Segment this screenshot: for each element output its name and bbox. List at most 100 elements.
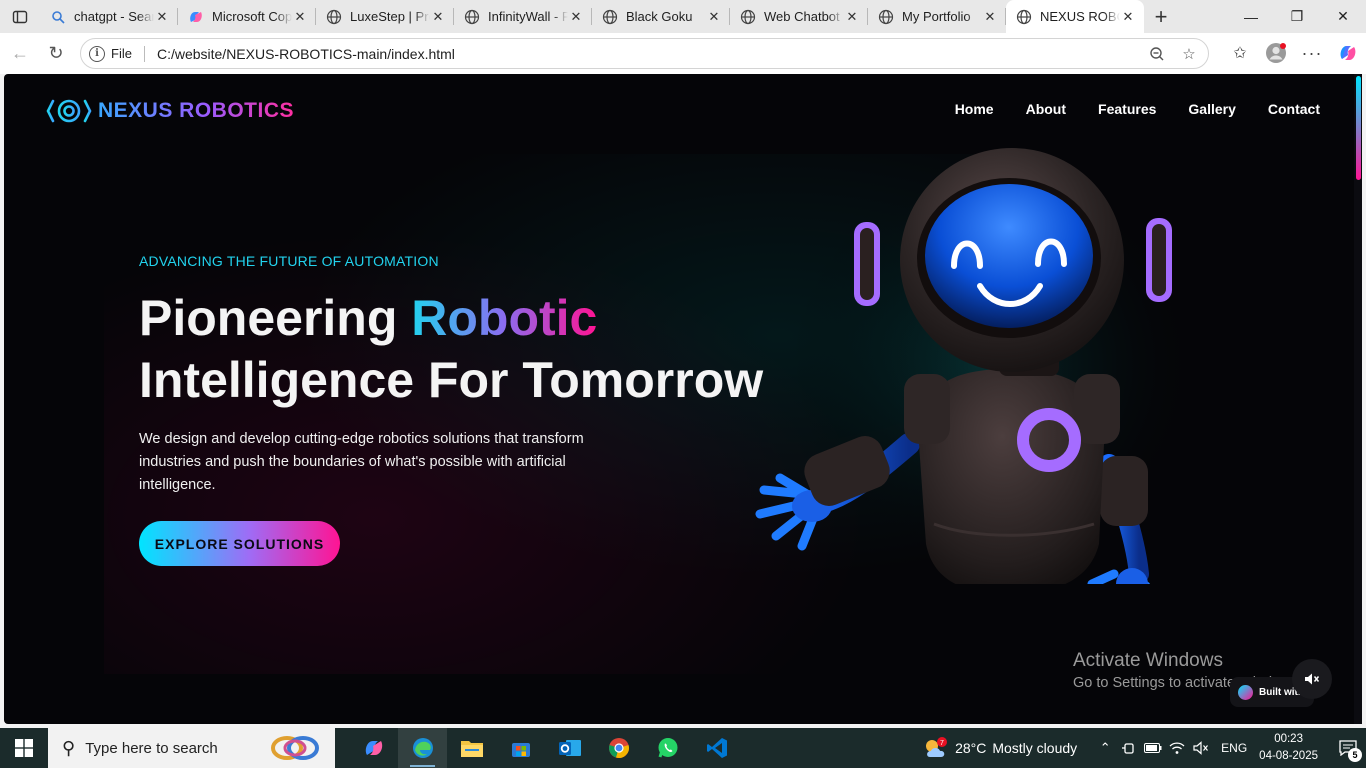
tab[interactable]: LuxeStep | Premium✕	[316, 0, 454, 33]
main-navigation: Home About Features Gallery Contact	[955, 101, 1320, 117]
globe-favicon-icon	[1016, 9, 1032, 25]
outlook-app-icon	[558, 740, 581, 756]
search-placeholder: Type here to search	[85, 739, 218, 757]
tab[interactable]: InfinityWall - Premium✕	[454, 0, 592, 33]
restore-button[interactable]: ❐	[1274, 0, 1320, 33]
svg-text:7: 7	[940, 740, 944, 747]
tab-title: NEXUS ROBOTICS	[1040, 9, 1120, 24]
tab-title: Web Chatbot	[764, 9, 840, 24]
url-text[interactable]: C:/website/NEXUS-ROBOTICS-main/index.htm…	[157, 46, 455, 62]
notification-count-badge: 5	[1348, 748, 1362, 762]
weather-temp: 28°C	[955, 740, 987, 756]
tab-close-icon[interactable]: ✕	[154, 9, 170, 25]
scrollbar-thumb[interactable]	[1356, 76, 1361, 180]
taskbar-copilot[interactable]	[349, 728, 398, 768]
show-hidden-icons-chevron-up-icon[interactable]: ⌃	[1093, 740, 1117, 756]
brand-logo[interactable]: NEXUS ROBOTICS	[46, 98, 294, 124]
explore-solutions-button[interactable]: EXPLORE SOLUTIONS	[139, 521, 340, 566]
close-window-button[interactable]: ✕	[1320, 0, 1366, 33]
tab-actions-icon	[12, 10, 28, 23]
taskbar-microsoft-store[interactable]	[496, 728, 545, 768]
tab-title: InfinityWall - Premium	[488, 9, 568, 24]
tab[interactable]: Black Goku ✕	[592, 0, 730, 33]
tab-title: chatgpt - Search	[74, 9, 154, 24]
globe-favicon-icon	[464, 9, 480, 25]
meet-now-icon[interactable]	[1117, 741, 1141, 755]
search-highlight-decoration-icon	[271, 736, 319, 760]
clock-date: 04-08-2025	[1259, 750, 1318, 762]
minimize-button[interactable]: —	[1228, 0, 1274, 33]
hero-description: We design and develop cutting-edge robot…	[139, 431, 584, 493]
tab-close-icon[interactable]: ✕	[706, 9, 722, 25]
taskbar-file-explorer[interactable]	[447, 728, 496, 768]
taskbar-chrome[interactable]	[594, 728, 643, 768]
tab-title: Microsoft Copilot	[212, 9, 292, 24]
taskbar-clock[interactable]: 00:23 04-08-2025	[1259, 731, 1318, 765]
taskbar-outlook[interactable]	[545, 728, 594, 768]
new-tab-button[interactable]: +	[1144, 0, 1178, 33]
favorite-star-icon[interactable]: ☆	[1180, 45, 1198, 63]
address-bar[interactable]: i File C:/website/NEXUS-ROBOTICS-main/in…	[80, 38, 1209, 69]
settings-more-icon[interactable]: ···	[1294, 37, 1330, 69]
zoom-out-icon[interactable]	[1148, 45, 1166, 63]
profile-avatar[interactable]	[1258, 37, 1294, 69]
tab-close-icon[interactable]: ✕	[568, 9, 584, 25]
windows-logo-icon	[15, 739, 33, 757]
weather-widget[interactable]: 7 28°C Mostly cloudy	[923, 737, 1077, 759]
nav-features[interactable]: Features	[1098, 101, 1156, 117]
chrome-app-icon	[608, 738, 629, 758]
nav-about[interactable]: About	[1026, 101, 1066, 117]
tab[interactable]: Microsoft Copilot✕	[178, 0, 316, 33]
notification-center-button[interactable]: 5	[1330, 728, 1366, 768]
browser-toolbar: ← ↻ i File C:/website/NEXUS-ROBOTICS-mai…	[0, 33, 1366, 74]
globe-favicon-icon	[602, 9, 618, 25]
back-button[interactable]: ←	[2, 38, 38, 70]
tab-close-icon[interactable]: ✕	[1120, 9, 1136, 25]
nav-contact[interactable]: Contact	[1268, 101, 1320, 117]
taskbar-vscode[interactable]	[692, 728, 741, 768]
tab-close-icon[interactable]: ✕	[844, 9, 860, 25]
robot-eye-logo-icon	[46, 99, 92, 123]
separator	[143, 45, 145, 62]
activate-title: Activate Windows	[1073, 650, 1223, 671]
info-icon[interactable]: i	[89, 45, 105, 62]
headline-line2: Intelligence For Tomorrow	[139, 352, 764, 408]
nav-home[interactable]: Home	[955, 101, 994, 117]
store-app-icon	[511, 743, 530, 757]
refresh-button[interactable]: ↻	[38, 38, 74, 70]
globe-favicon-icon	[878, 9, 894, 25]
windows-taskbar: ⚲ Type here to search 7 28°C Mostly clou…	[0, 728, 1366, 768]
tab[interactable]: My Portfolio ✕	[868, 0, 1006, 33]
tab-close-icon[interactable]: ✕	[292, 9, 308, 25]
hero-eyebrow: ADVANCING THE FUTURE OF AUTOMATION	[139, 253, 439, 269]
copilot-app-icon	[365, 741, 382, 755]
taskbar-edge[interactable]	[398, 728, 447, 768]
browser-tab-strip: chatgpt - Search✕Microsoft Copilot✕LuxeS…	[0, 0, 1366, 33]
nav-gallery[interactable]: Gallery	[1188, 101, 1235, 117]
tab-active[interactable]: NEXUS ROBOTICS✕	[1006, 0, 1144, 33]
taskbar-search-box[interactable]: ⚲ Type here to search	[48, 728, 335, 768]
wifi-icon[interactable]	[1165, 741, 1189, 755]
tab-title: My Portfolio	[902, 9, 971, 24]
copilot-icon[interactable]	[1330, 37, 1366, 69]
input-language[interactable]: ENG	[1221, 741, 1247, 755]
speaker-muted-icon	[1305, 673, 1320, 685]
tab-close-icon[interactable]: ✕	[982, 9, 998, 25]
vscode-app-icon	[706, 738, 727, 758]
taskbar-whatsapp[interactable]	[643, 728, 692, 768]
tab-actions-button[interactable]	[0, 0, 40, 33]
search-icon: ⚲	[62, 737, 76, 758]
battery-icon[interactable]	[1141, 743, 1165, 753]
tab-close-icon[interactable]: ✕	[430, 9, 446, 25]
tab[interactable]: chatgpt - Search✕	[40, 0, 178, 33]
headline-part1: Pioneering	[139, 290, 412, 346]
hero-headline: Pioneering Robotic Intelligence For Tomo…	[139, 287, 763, 411]
tab[interactable]: Web Chatbot ✕	[730, 0, 868, 33]
start-button[interactable]	[0, 728, 48, 768]
volume-muted-icon[interactable]	[1189, 741, 1213, 755]
tab-title: LuxeStep | Premium	[350, 9, 430, 24]
edge-app-icon	[412, 738, 433, 758]
system-tray: 7 28°C Mostly cloudy ⌃ ENG 00:23 04-08-2…	[923, 728, 1366, 768]
mute-button[interactable]	[1292, 659, 1332, 699]
favorites-icon[interactable]: ✩	[1222, 37, 1258, 69]
